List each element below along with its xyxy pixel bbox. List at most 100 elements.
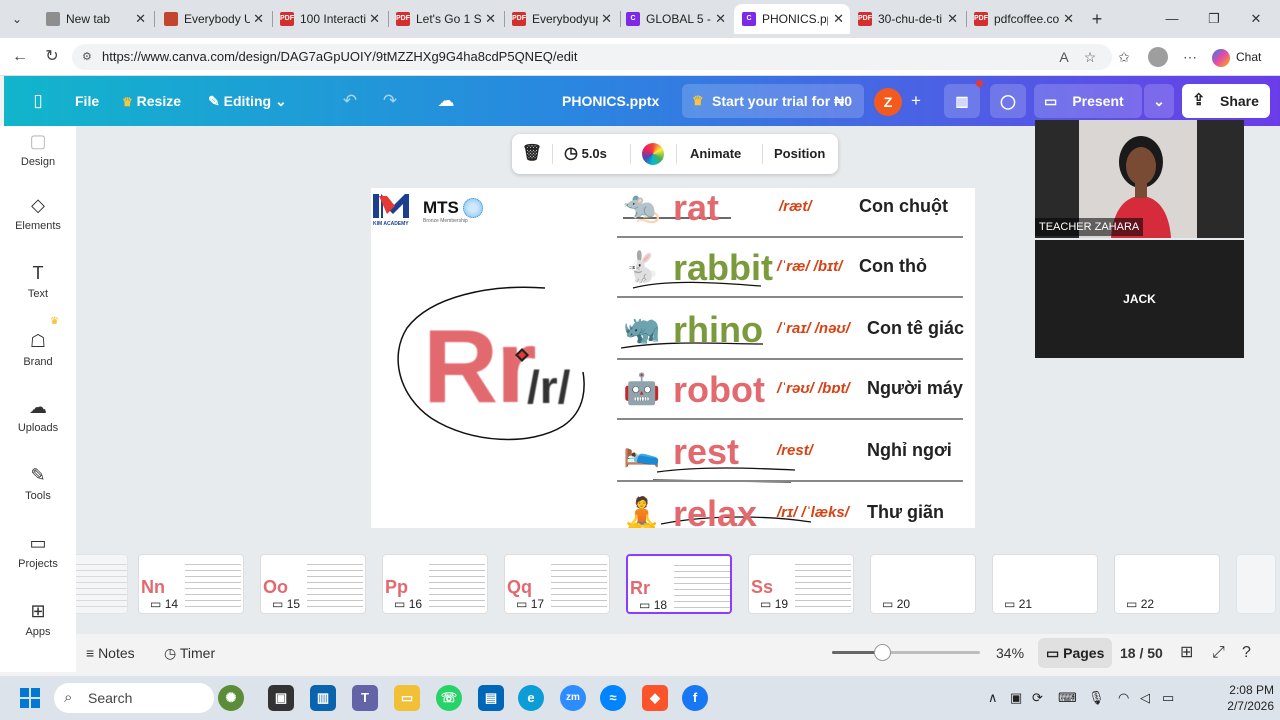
animate-button[interactable]: Animate — [690, 134, 741, 174]
more-icon[interactable]: ⋯ — [1178, 46, 1202, 68]
page-thumbnail[interactable]: ▭ 21 — [992, 554, 1098, 614]
word-row[interactable]: 🦏 rhino /ˈraɪ/ /nəʊ/ Con tê giác — [617, 308, 975, 368]
windows-start-icon[interactable] — [20, 688, 40, 708]
sidebar-item-design[interactable]: ▢ Design — [0, 131, 76, 194]
task-view-icon[interactable]: ▣ — [268, 685, 294, 711]
comments-button[interactable]: ◯ — [990, 84, 1026, 118]
back-icon[interactable]: ← — [8, 46, 32, 68]
wifi-icon[interactable]: ◠ — [1118, 676, 1129, 720]
battery-icon[interactable]: ▭ — [1162, 676, 1174, 720]
document-title[interactable]: PHONICS.pptx — [562, 76, 659, 126]
sidebar-item-brand[interactable]: ☖ Brand ♛ — [0, 316, 76, 388]
tray-sync-icon[interactable]: ⟳ — [1032, 676, 1043, 720]
teacher-video[interactable]: TEACHER ZAHARA — [1035, 120, 1244, 238]
volume-icon[interactable]: ◁ — [1140, 676, 1150, 720]
present-options-button[interactable]: ⌄ — [1144, 84, 1174, 118]
duration-button[interactable]: ◷ 5.0s — [564, 134, 607, 174]
reload-icon[interactable]: ↻ — [40, 46, 64, 68]
user-avatar[interactable]: Z — [874, 88, 902, 116]
edge-icon[interactable]: e — [518, 685, 544, 711]
restore-icon[interactable]: ❐ — [1194, 0, 1234, 38]
store-icon[interactable]: ▥ — [310, 685, 336, 711]
favorites-icon[interactable]: ✩ — [1112, 46, 1136, 68]
delete-icon[interactable]: 🗑 — [520, 134, 544, 174]
resize-button[interactable]: ♛ Resize — [122, 76, 181, 126]
sidebar-item-tools[interactable]: ✎ Tools — [0, 462, 76, 522]
zoom-slider[interactable] — [832, 651, 980, 654]
close-tab-icon[interactable]: ✕ — [601, 4, 612, 34]
close-tab-icon[interactable]: ✕ — [947, 4, 958, 34]
page-thumbnail[interactable] — [1236, 554, 1276, 614]
browser-tab[interactable]: PDF pdfcoffee.co ✕ — [966, 4, 1080, 34]
word-row[interactable]: 🐀 rat /ræt/ Con chuột — [617, 188, 975, 246]
position-button[interactable]: Position — [774, 134, 825, 174]
editing-mode-button[interactable]: ✎ Editing ⌄ — [208, 76, 287, 126]
notes-button[interactable]: ≡ Notes — [86, 634, 135, 672]
page-thumbnail[interactable]: ▭ 22 — [1114, 554, 1220, 614]
sidebar-item-elements[interactable]: ◇ Elements — [0, 192, 76, 252]
site-info-icon[interactable]: ⚙ — [82, 44, 92, 70]
word-row[interactable]: 🧘 relax /rɪ/ /ˈlæks/ Thư giãn — [617, 492, 975, 528]
sidebar-item-text[interactable]: T Text — [0, 260, 76, 320]
slide-canvas[interactable]: KIM ACADEMY MTS Bronze Membership Rr /r/… — [371, 188, 975, 528]
keyboard-icon[interactable]: ⌨ — [1058, 676, 1077, 720]
messenger-icon[interactable]: ≈ — [600, 685, 626, 711]
close-tab-icon[interactable]: ✕ — [1063, 4, 1074, 34]
teams-icon[interactable]: T — [352, 685, 378, 711]
close-window-icon[interactable]: ✕ — [1236, 0, 1276, 38]
page-thumbnail[interactable]: Pp ▭ 16 — [382, 554, 488, 614]
copilot-chat-button[interactable]: Chat — [1212, 44, 1261, 70]
browser-tab[interactable]: PDF 100 Interacti ✕ — [272, 4, 386, 34]
browser-tab[interactable]: PDF 30-chu-de-ti ✕ — [850, 4, 964, 34]
page-thumbnail[interactable]: ▭ 20 — [870, 554, 976, 614]
brave-icon[interactable]: ◆ — [642, 685, 668, 711]
facebook-icon[interactable]: f — [682, 685, 708, 711]
pages-button[interactable]: ▭ Pages — [1038, 638, 1112, 668]
microphone-icon[interactable]: 🎙 — [1088, 676, 1105, 720]
browser-tab[interactable]: Everybody U ✕ — [156, 4, 270, 34]
close-tab-icon[interactable]: ✕ — [715, 4, 726, 34]
undo-icon[interactable]: ↶ — [338, 89, 362, 113]
page-thumbnail[interactable]: Nn ▭ 14 — [138, 554, 244, 614]
file-explorer-icon[interactable]: ▭ — [394, 685, 420, 711]
grid-view-icon[interactable]: ⊞ — [1180, 634, 1193, 672]
add-collaborator-icon[interactable]: + — [904, 89, 928, 113]
close-tab-icon[interactable]: ✕ — [485, 4, 496, 34]
close-tab-icon[interactable]: ✕ — [369, 4, 380, 34]
taskbar-search[interactable]: ⌕ Search — [54, 683, 214, 713]
fullscreen-icon[interactable]: ⤢ — [1212, 634, 1225, 672]
zoom-app-icon[interactable]: zm — [560, 685, 586, 711]
page-count[interactable]: 18 / 50 — [1120, 634, 1163, 672]
zoom-slider-handle[interactable] — [874, 644, 891, 661]
browser-tab-active[interactable]: C PHONICS.ppt ✕ — [734, 4, 850, 34]
share-button[interactable]: ⇪ Share — [1182, 84, 1270, 118]
new-tab-button[interactable]: + — [1086, 6, 1108, 32]
url-field[interactable]: ⚙ https://www.canva.com/design/DAG7aGpUO… — [72, 44, 1112, 70]
close-tab-icon[interactable]: ✕ — [135, 4, 146, 34]
tray-overflow-icon[interactable]: ∧ — [988, 676, 998, 720]
start-trial-button[interactable]: ♛ Start your trial for ₦0 — [682, 84, 864, 118]
redo-icon[interactable]: ↷ — [378, 89, 402, 113]
page-thumbnail[interactable] — [76, 554, 128, 614]
insights-button[interactable]: ▥ — [944, 84, 980, 118]
close-tab-icon[interactable]: ✕ — [253, 4, 264, 34]
sidebar-toggle-icon[interactable]: ▯ — [26, 89, 50, 113]
system-clock[interactable]: 2:08 PM 2/7/2026 — [1196, 682, 1274, 714]
timer-button[interactable]: ◷ Timer — [164, 634, 215, 672]
file-menu[interactable]: File — [75, 76, 99, 126]
whatsapp-icon[interactable]: ☏ — [436, 685, 462, 711]
help-icon[interactable]: ? — [1242, 634, 1251, 672]
ms-store-icon[interactable]: ▤ — [478, 685, 504, 711]
profile-avatar[interactable] — [1148, 47, 1168, 67]
close-tab-icon[interactable]: ✕ — [833, 4, 844, 34]
page-thumbnail[interactable]: Oo ▭ 15 — [260, 554, 366, 614]
cloud-saved-icon[interactable]: ☁ — [434, 89, 458, 113]
browser-tab[interactable]: PDF Let's Go 1 St ✕ — [388, 4, 502, 34]
widgets-icon[interactable]: ✺ — [218, 685, 244, 711]
browser-tab[interactable]: C GLOBAL 5 - ✕ — [618, 4, 732, 34]
sidebar-item-projects[interactable]: ▭ Projects — [0, 530, 76, 590]
zoom-percent[interactable]: 34% — [996, 634, 1024, 672]
word-row[interactable]: 🤖 robot /ˈrəʊ/ /bɒt/ Người máy — [617, 368, 975, 428]
student-video[interactable]: JACK — [1035, 240, 1244, 358]
page-thumbnail[interactable]: Qq ▭ 17 — [504, 554, 610, 614]
